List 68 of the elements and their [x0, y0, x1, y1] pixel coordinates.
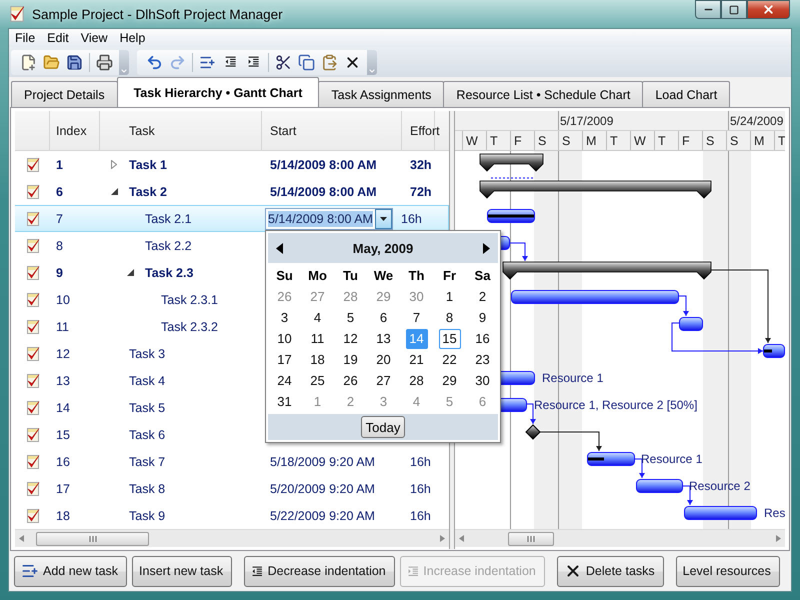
- task-name: Task 5: [129, 400, 166, 414]
- start-cell-text: 5/22/2009 9:20 AM: [269, 508, 376, 522]
- start-cell-text: 5/14/2009 8:00 AM: [269, 184, 378, 198]
- weekday-name: We: [374, 268, 394, 283]
- weekday-label: S: [558, 131, 582, 150]
- resource-label: Resource 1: [641, 452, 702, 466]
- resource-label: Resource 2: [689, 479, 750, 493]
- index-cell-text: 13: [55, 374, 71, 388]
- index-cell-text: 12: [55, 346, 71, 360]
- index-cell-text: 1: [55, 158, 64, 172]
- task-name: Task 2: [129, 184, 167, 198]
- weekday-label: T: [606, 131, 630, 150]
- task-name: Task 7: [129, 454, 166, 468]
- weekday-label: F: [678, 131, 702, 150]
- effort-cell-text: 32h: [409, 158, 433, 172]
- task-name: Task 4: [129, 374, 166, 388]
- weekday-label: M: [582, 131, 606, 150]
- weekday-label: S: [702, 131, 726, 150]
- effort-cell-text: 72h: [409, 184, 433, 198]
- task-name: Task 1: [129, 158, 167, 172]
- start-cell-text: 5/14/2009 8:00 AM: [269, 158, 378, 172]
- index-cell-text: 15: [55, 428, 71, 442]
- weekday-label: W: [630, 131, 654, 150]
- effort-cell-text: 16h: [409, 454, 432, 468]
- weekday-label: W: [462, 131, 486, 150]
- index-cell-text: 17: [55, 482, 71, 496]
- task-name: Task 2.3: [145, 266, 194, 280]
- weekday-label: M: [750, 131, 774, 150]
- task-name: Task 2.3.1: [161, 292, 218, 306]
- weekday-label: S: [726, 131, 750, 150]
- task-name: Task 3: [129, 346, 166, 360]
- weekday-label: F: [510, 131, 534, 150]
- index-cell-text: 7: [55, 212, 64, 226]
- index-cell-text: 11: [55, 320, 70, 334]
- task-name: Task 2.2: [145, 238, 192, 252]
- task-name: Task 2.3.2: [161, 320, 218, 334]
- effort-cell-text: 16h: [400, 212, 423, 226]
- resource-label: Resource 1: [542, 371, 604, 385]
- start-cell-text: 5/20/2009 9:20 AM: [269, 482, 376, 496]
- task-name: Task 8: [129, 482, 166, 496]
- week-label: 5/24/2009: [728, 111, 785, 130]
- weekday-name: Mo: [308, 268, 327, 283]
- start-cell-text: 5/18/2009 9:20 AM: [269, 454, 376, 468]
- task-name: Task 9: [129, 508, 166, 522]
- effort-cell-text: 16h: [409, 508, 432, 522]
- weekday-name: Th: [408, 268, 424, 283]
- index-cell-text: 14: [55, 400, 71, 414]
- task-name: Task 6: [129, 428, 166, 442]
- index-cell-text: 8: [55, 238, 64, 252]
- weekday-label: T: [774, 131, 785, 150]
- month-title: May, 2009: [352, 240, 414, 256]
- weekday-name: Su: [276, 268, 293, 283]
- index-cell-text: 18: [55, 508, 71, 522]
- weekday-label: T: [486, 131, 510, 150]
- task-name: Task 2.1: [145, 212, 192, 226]
- effort-cell-text: 16h: [409, 482, 432, 496]
- index-cell-text: 16: [55, 454, 71, 468]
- weekday-name: Tu: [343, 268, 358, 283]
- window-title: Sample Project - DlhSoft Project Manager: [32, 6, 284, 22]
- weekday-label: S: [534, 131, 558, 150]
- weekday-label: T: [654, 131, 678, 150]
- index-cell-text: 10: [55, 292, 71, 306]
- weekday-name: Sa: [474, 268, 490, 283]
- index-cell-text: 9: [55, 266, 64, 280]
- resource-label: Resource 1, Resource 2 [50%]: [534, 398, 698, 412]
- week-label: 5/17/2009: [558, 111, 728, 130]
- index-cell-text: 6: [55, 184, 64, 198]
- resource-label: Res: [764, 506, 785, 520]
